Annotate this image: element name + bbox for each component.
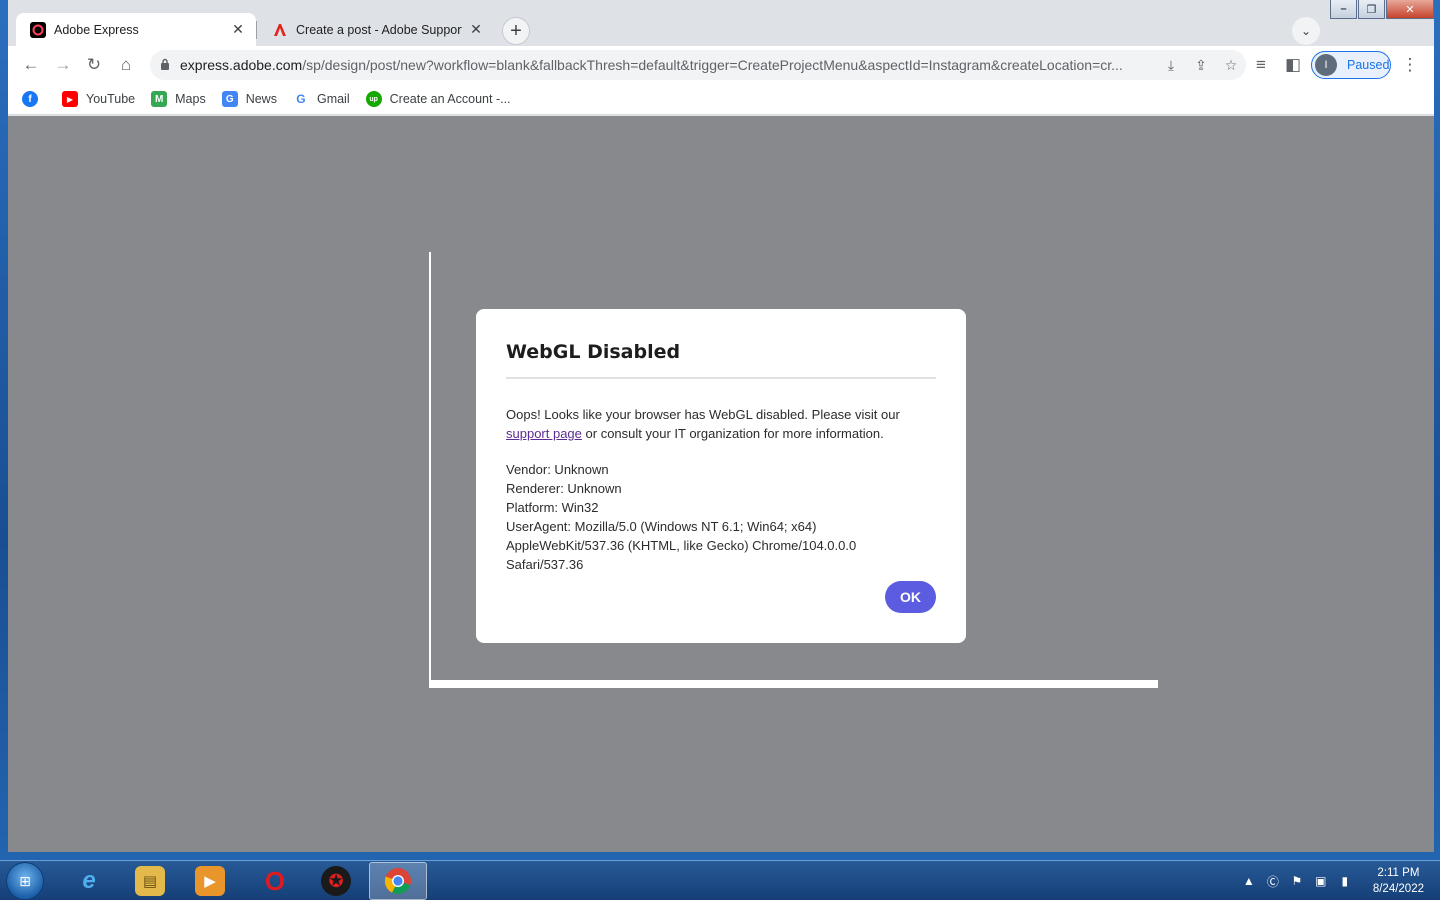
clock-time: 2:11 PM	[1377, 867, 1420, 879]
taskbar-app-chrome[interactable]	[369, 862, 427, 900]
taskbar-app-file-explorer[interactable]: ▤	[121, 862, 179, 900]
bookmark-label: Create an Account -...	[389, 92, 511, 106]
bookmark-label: News	[245, 92, 277, 106]
install-app-icon[interactable]: ⤓	[1156, 57, 1186, 74]
chrome-icon	[383, 866, 413, 896]
address-bar[interactable]: express.adobe.com/sp/design/post/new?wor…	[150, 50, 1246, 80]
forward-arrow-icon[interactable]: →	[50, 52, 76, 78]
canvas-edge	[429, 252, 431, 688]
security-app-icon: ✪	[321, 866, 351, 896]
dialog-message: Oops! Looks like your browser has WebGL …	[506, 405, 936, 443]
tab-close-icon[interactable]: ✕	[230, 21, 246, 38]
bookmark-maps[interactable]: M Maps	[151, 91, 206, 107]
tab-strip: Adobe Express ✕ Create a post - Adobe Su…	[8, 0, 1434, 46]
clock-date: 8/24/2022	[1372, 883, 1424, 895]
adobe-acrobat-icon	[272, 22, 288, 38]
share-icon[interactable]: ⇪	[1186, 57, 1216, 74]
user-agent-info: UserAgent: Mozilla/5.0 (Windows NT 6.1; …	[506, 519, 857, 572]
url-host: express.adobe.com	[180, 57, 303, 73]
page-content: WebGL Disabled Oops! Looks like your bro…	[8, 116, 1434, 852]
back-arrow-icon[interactable]: ←	[18, 52, 44, 78]
tab-search-button[interactable]: ⌄	[1292, 17, 1320, 45]
profile-status: Paused	[1347, 58, 1390, 72]
browser-toolbar: ← → ↻ ⌂ express.adobe.com/sp/design/post…	[8, 46, 1434, 84]
bookmark-label: Gmail	[316, 92, 350, 106]
avatar: I	[1315, 54, 1337, 76]
profile-button[interactable]: I Paused	[1311, 51, 1391, 79]
clock[interactable]: 2:11 PM 8/24/2022	[1373, 865, 1424, 897]
youtube-icon: ▶	[62, 91, 78, 107]
dialog-title: WebGL Disabled	[506, 341, 936, 379]
tab-adobe-express[interactable]: Adobe Express ✕	[16, 13, 256, 46]
show-hidden-icons-icon[interactable]: ▲	[1239, 874, 1259, 888]
bookmark-label: Maps	[175, 92, 206, 106]
canvas-edge	[429, 680, 1158, 688]
bookmark-star-icon[interactable]: ☆	[1216, 57, 1246, 74]
bookmarks-bar: f ▶ YouTube M Maps G News G Gmail up Cre…	[8, 84, 1434, 115]
system-tray: ▲ Ⓒ ⚑ ▣ ▮ 2:11 PM 8/24/2022	[1235, 861, 1440, 900]
maximize-button[interactable]: ❐	[1358, 0, 1385, 19]
vendor-info: Vendor: Unknown	[506, 462, 609, 477]
url-text[interactable]: express.adobe.com/sp/design/post/new?wor…	[180, 57, 1156, 73]
side-panel-icon[interactable]: ◧	[1280, 52, 1306, 78]
webgl-disabled-dialog: WebGL Disabled Oops! Looks like your bro…	[476, 309, 966, 643]
browser-window: Adobe Express ✕ Create a post - Adobe Su…	[8, 0, 1434, 852]
support-page-link[interactable]: support page	[506, 426, 582, 441]
file-explorer-icon: ▤	[135, 866, 165, 896]
webgl-info: Vendor: Unknown Renderer: Unknown Platfo…	[506, 460, 936, 574]
bookmark-create-account[interactable]: up Create an Account -...	[365, 91, 511, 107]
minimize-button[interactable]: –	[1330, 0, 1357, 19]
google-icon: G	[292, 91, 309, 107]
bookmark-label: YouTube	[86, 92, 136, 106]
bookmark-news[interactable]: G News	[221, 91, 277, 107]
taskbar-app-media-player[interactable]: ▶	[181, 862, 239, 900]
tab-close-icon[interactable]: ✕	[468, 21, 484, 38]
message-text: Oops! Looks like your browser has WebGL …	[506, 407, 900, 422]
bookmark-youtube[interactable]: ▶ YouTube	[62, 91, 135, 107]
ok-button[interactable]: OK	[885, 581, 936, 613]
action-center-flag-icon[interactable]: ⚑	[1287, 874, 1307, 888]
taskbar-app-internet-explorer[interactable]: e	[60, 862, 118, 900]
media-player-icon: ▶	[195, 866, 225, 896]
platform-info: Platform: Win32	[506, 500, 599, 515]
lock-icon[interactable]	[150, 58, 180, 73]
internet-explorer-icon: e	[82, 867, 96, 894]
window-caption-buttons: – ❐ ✕	[1330, 0, 1434, 20]
network-adapter-icon[interactable]: ▣	[1311, 874, 1331, 888]
menu-kebab-icon[interactable]: ⋮	[1397, 52, 1423, 78]
news-icon: G	[221, 91, 238, 107]
reload-icon[interactable]: ↻	[81, 52, 107, 78]
message-text: or consult your IT organization for more…	[581, 426, 884, 441]
upwork-icon: up	[365, 91, 382, 107]
taskbar-app-opera[interactable]: O	[246, 862, 304, 900]
facebook-icon: f	[22, 91, 38, 107]
close-window-button[interactable]: ✕	[1386, 0, 1434, 19]
signal-strength-icon[interactable]: ▮	[1335, 874, 1355, 888]
start-button[interactable]: ⊞	[6, 862, 44, 900]
tab-title: Adobe Express	[54, 22, 139, 37]
taskbar: ⊞ e ▤ ▶ O ✪ ▲ Ⓒ ⚑ ▣ ▮ 2:11 PM 8/24/2022	[0, 860, 1440, 900]
new-tab-button[interactable]: +	[502, 17, 530, 45]
url-path: /sp/design/post/new?workflow=blank&fallb…	[302, 57, 1123, 73]
maps-icon: M	[151, 91, 168, 107]
bookmark-facebook[interactable]: f	[22, 91, 46, 107]
c-app-icon[interactable]: Ⓒ	[1263, 873, 1283, 890]
bookmark-gmail[interactable]: G Gmail	[292, 91, 350, 107]
taskbar-app-security[interactable]: ✪	[307, 862, 365, 900]
home-icon[interactable]: ⌂	[113, 52, 139, 78]
tab-title: Create a post - Adobe Support C	[296, 22, 462, 37]
adobe-express-icon	[30, 21, 46, 38]
renderer-info: Renderer: Unknown	[506, 481, 622, 496]
tab-adobe-support[interactable]: Create a post - Adobe Support C ✕	[256, 13, 494, 46]
reading-list-icon[interactable]: ≡	[1248, 52, 1274, 78]
opera-icon: O	[264, 865, 286, 896]
